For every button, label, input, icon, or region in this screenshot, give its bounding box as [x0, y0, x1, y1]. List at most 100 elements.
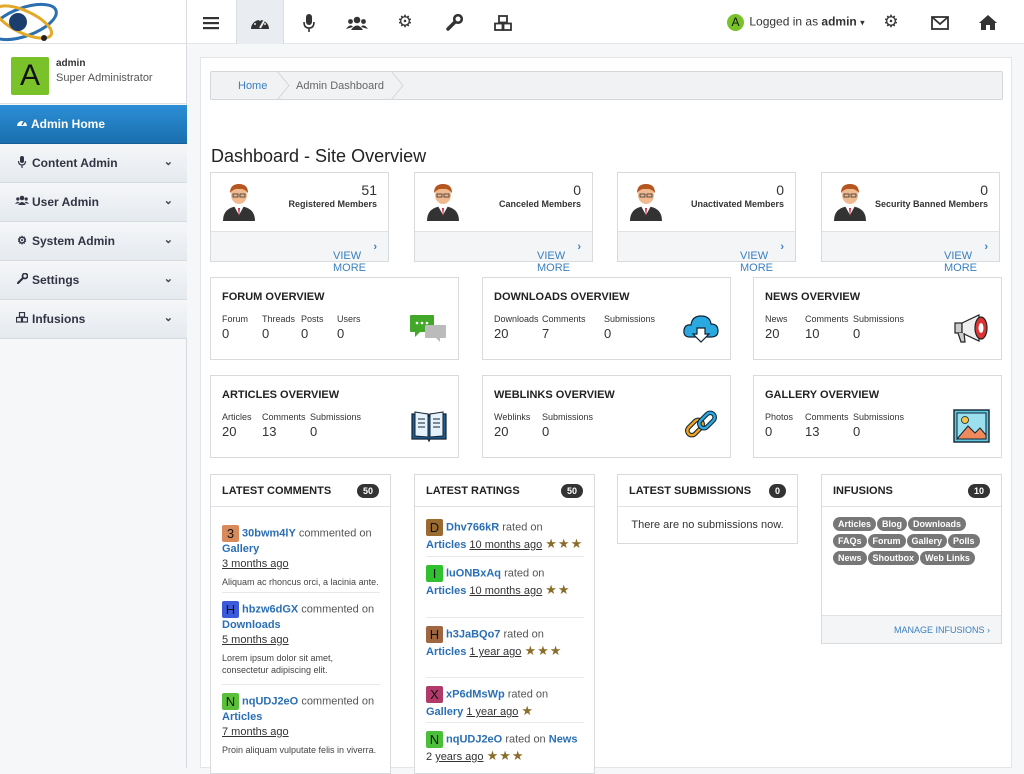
comment-action: commented on — [301, 695, 375, 708]
avatar[interactable]: 3 — [222, 525, 239, 542]
avatar[interactable]: I — [426, 565, 443, 582]
list-item: D Dhv766kR rated on Articles 10 months ag… — [426, 519, 584, 553]
rating-stars: ★★★ — [486, 748, 525, 763]
rating-time[interactable]: 1 year ago — [469, 646, 521, 658]
avatar[interactable]: A — [11, 57, 49, 95]
rating-user-link[interactable]: xP6dMsWp — [446, 688, 505, 700]
sidebar-item-admin-home[interactable]: Admin Home — [0, 105, 187, 144]
home-icon[interactable] — [964, 0, 1012, 44]
rating-action: rated on — [502, 521, 543, 534]
rating-time[interactable]: 10 months ago — [469, 539, 542, 551]
sidebar-item-content-admin[interactable]: Content Admin ⌄ — [0, 144, 187, 183]
infusion-tag[interactable]: Gallery — [906, 534, 948, 548]
dashboard-icon[interactable] — [236, 0, 284, 44]
gear-icon[interactable]: ⚙ — [381, 0, 429, 44]
sidebar-item-system-admin[interactable]: ⚙ System Admin ⌄ — [0, 222, 187, 261]
rating-time[interactable]: years ago — [435, 751, 483, 763]
rating-target-link[interactable]: Articles — [426, 646, 466, 658]
overview-stat: Comments 10 — [805, 314, 849, 341]
envelope-icon[interactable] — [916, 0, 964, 44]
overview-stat: Submissions 0 — [542, 412, 593, 439]
breadcrumb-separator — [277, 71, 290, 100]
overview-title: WEBLINKS OVERVIEW — [494, 389, 615, 401]
manage-infusions-link[interactable]: MANAGE INFUSIONS › — [894, 625, 990, 635]
microphone-icon[interactable] — [285, 0, 333, 44]
comment-time[interactable]: 7 months ago — [222, 726, 289, 738]
comment-time[interactable]: 5 months ago — [222, 634, 289, 646]
view-more-link[interactable]: VIEW MORE › — [333, 241, 377, 274]
stat-label: Comments — [805, 412, 849, 422]
overview-card: NEWS OVERVIEW News 20 Comments 10 Submissions… — [753, 277, 1002, 360]
rating-time[interactable]: 10 months ago — [469, 585, 542, 597]
users-icon — [15, 195, 29, 208]
dashboard-icon — [15, 117, 29, 130]
gear-icon: ⚙ — [17, 235, 27, 247]
stat-value: 0 — [853, 424, 861, 439]
stat-value: 20 — [494, 326, 509, 341]
rating-target-link[interactable]: Articles — [426, 539, 466, 551]
infusion-tag[interactable]: Forum — [867, 534, 906, 548]
avatar[interactable]: N — [426, 731, 443, 748]
avatar[interactable]: D — [426, 519, 443, 536]
rating-target-link[interactable]: Articles — [426, 585, 466, 597]
rating-target-link[interactable]: News — [549, 733, 578, 745]
card-footer: VIEW MORE › — [822, 231, 999, 274]
users-icon[interactable] — [333, 0, 381, 44]
menu-icon[interactable] — [187, 0, 235, 44]
infusion-tag[interactable]: Web Links — [920, 551, 975, 565]
avatar[interactable]: N — [222, 693, 239, 710]
stat-value: 20 — [494, 424, 509, 439]
infusion-tag[interactable]: Articles — [833, 517, 877, 531]
avatar[interactable]: H — [222, 601, 239, 618]
gear-icon[interactable]: ⚙ — [867, 0, 915, 44]
comment-user-link[interactable]: 30bwm4lY — [242, 527, 296, 539]
list-item: IluONBxAq rated on Articles 10 months ag… — [426, 565, 584, 599]
cubes-icon[interactable] — [479, 0, 527, 44]
megaphone-icon — [953, 311, 991, 345]
sidebar-item-infusions[interactable]: Infusions ⌄ — [0, 300, 187, 339]
sidebar-item-settings[interactable]: Settings ⌄ — [0, 261, 187, 300]
wrench-icon[interactable] — [430, 0, 478, 44]
rating-user-link[interactable]: Dhv766kR — [446, 521, 499, 533]
avatar[interactable]: X — [426, 686, 443, 703]
rating-target-link[interactable]: Gallery — [426, 706, 463, 718]
comment-target-link[interactable]: Gallery — [222, 543, 259, 555]
view-more-label: VIEW MORE — [537, 250, 570, 274]
chevron-down-icon: ⌄ — [163, 195, 173, 207]
breadcrumb: Home Admin Dashboard — [210, 71, 1003, 100]
member-count: 0 — [776, 182, 784, 198]
member-avatar-icon — [424, 181, 462, 221]
latest-ratings-panel: LATEST RATINGS 50 D Dhv766kR rated on Art… — [414, 474, 595, 774]
stat-label: Photos — [765, 412, 794, 422]
user-menu[interactable]: A Logged in as admin ▾ — [727, 14, 865, 31]
comment-user-link[interactable]: hbzw6dGX — [242, 603, 298, 615]
sidebar-item-user-admin[interactable]: User Admin ⌄ — [0, 183, 187, 222]
stat-value: 0 — [765, 424, 773, 439]
comment-time[interactable]: 3 months ago — [222, 558, 289, 570]
comment-target-link[interactable]: Articles — [222, 711, 262, 723]
view-more-link[interactable]: VIEW MORE › — [537, 241, 581, 274]
rating-user-link[interactable]: nqUDJ2eO — [446, 733, 502, 745]
overview-stat: Weblinks 20 — [494, 412, 530, 439]
avatar[interactable]: H — [426, 626, 443, 643]
member-stat-card: 51 Registered Members VIEW MORE › — [210, 172, 389, 274]
infusion-tag[interactable]: FAQs — [833, 534, 867, 548]
breadcrumb-home[interactable]: Home — [238, 80, 267, 92]
view-more-link[interactable]: VIEW MORE › — [740, 241, 784, 274]
count-badge: 10 — [967, 484, 990, 498]
infusion-tag[interactable]: Shoutbox — [867, 551, 920, 565]
site-logo[interactable] — [0, 0, 186, 44]
infusion-tag[interactable]: Polls — [948, 534, 980, 548]
infusion-tag[interactable]: News — [833, 551, 867, 565]
comment-user-link[interactable]: nqUDJ2eO — [242, 695, 298, 707]
overview-card: FORUM OVERVIEW Forum 0 Threads 0 Posts 0 Users 0 — [210, 277, 459, 360]
rating-user-link[interactable]: luONBxAq — [446, 567, 501, 579]
comment-target-link[interactable]: Downloads — [222, 619, 281, 631]
overview-stat: Posts 0 — [301, 314, 324, 341]
view-more-link[interactable]: VIEW MORE › — [944, 241, 988, 274]
infusion-tag[interactable]: Downloads — [908, 517, 967, 531]
rating-time[interactable]: 1 year ago — [466, 706, 518, 718]
rating-user-link[interactable]: h3JaBQo7 — [446, 628, 500, 640]
infusion-tag[interactable]: Blog — [877, 517, 908, 531]
logged-in-prefix: Logged in as — [749, 14, 819, 29]
